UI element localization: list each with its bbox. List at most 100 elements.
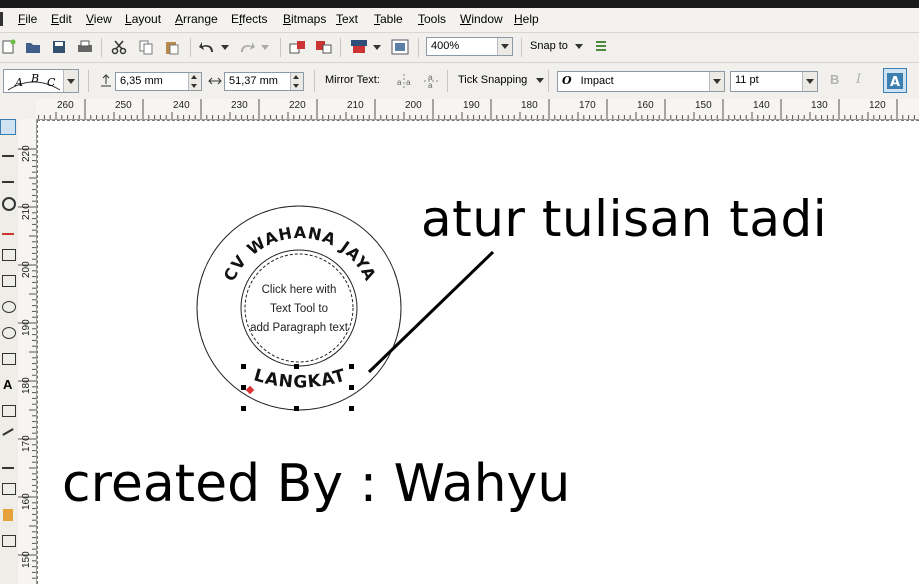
selection-handle-top-right[interactable] (349, 364, 354, 369)
welcome-screen-icon[interactable] (391, 38, 409, 56)
outline-tool-icon[interactable] (2, 535, 16, 547)
chevron-down-icon[interactable] (497, 38, 512, 55)
credit-text[interactable]: created By : Wahyu (62, 454, 570, 514)
menu-file[interactable]: File (18, 12, 37, 26)
fill-tool-icon[interactable] (3, 509, 13, 521)
menu-effects[interactable]: Effects (231, 12, 267, 26)
ruler-origin[interactable] (0, 99, 36, 120)
chevron-down-icon[interactable] (802, 72, 817, 91)
menu-bar: File Edit View Layout Arrange Effects Bi… (0, 8, 919, 33)
horizontal-offset-field[interactable]: 51,37 mm (224, 72, 304, 91)
basic-shapes-icon[interactable] (2, 353, 16, 365)
menu-view[interactable]: View (86, 12, 112, 26)
selection-handle-bottom[interactable] (294, 406, 299, 411)
chevron-down-icon[interactable] (709, 72, 724, 91)
font-size-value: 11 pt (735, 74, 759, 86)
open-folder-icon[interactable] (24, 38, 42, 56)
h-ruler-label: 160 (637, 100, 654, 111)
h-ruler-label: 120 (869, 100, 886, 111)
selection-handle-top[interactable] (294, 364, 299, 369)
h-ruler-label: 210 (347, 100, 364, 111)
save-icon[interactable] (50, 38, 68, 56)
zoom-tool-icon[interactable] (2, 197, 16, 211)
selection-handle-bottom-left[interactable] (241, 406, 246, 411)
options-icon[interactable] (592, 38, 610, 56)
copy-icon[interactable] (137, 38, 155, 56)
tick-snapping-label: Tick Snapping (458, 74, 528, 86)
smart-fill-icon[interactable] (2, 249, 16, 261)
svg-text:C: C (47, 76, 56, 89)
export-icon[interactable] (315, 38, 333, 56)
font-list-select[interactable]: O Impact (557, 71, 725, 92)
table-tool-icon[interactable] (2, 405, 16, 417)
paragraph-text-placeholder[interactable]: Click here with Text Tool to add Paragra… (244, 281, 354, 338)
distance-from-path-value: 6,35 mm (120, 75, 163, 87)
toolbar-separator (521, 38, 522, 57)
tick-snapping-button[interactable]: Tick Snapping (458, 74, 545, 86)
ellipse-tool-icon[interactable] (2, 301, 16, 313)
cut-icon[interactable] (110, 38, 128, 56)
menu-help[interactable]: Help (514, 12, 539, 26)
redo-dropdown-icon[interactable] (260, 38, 270, 56)
import-icon[interactable] (289, 38, 307, 56)
toolbar-separator (314, 70, 315, 92)
page-border-left (37, 120, 40, 584)
rectangle-tool-icon[interactable] (2, 275, 16, 287)
h-ruler-label: 240 (173, 100, 190, 111)
mirror-vertical-icon[interactable]: aa (422, 72, 440, 90)
toolbar-separator (340, 38, 341, 57)
menu-window[interactable]: Window (460, 12, 503, 26)
zoom-level-select[interactable]: 400% (426, 37, 513, 56)
shape-tool-icon[interactable] (2, 145, 14, 157)
menu-bitmaps[interactable]: Bitmaps (283, 12, 326, 26)
italic-button[interactable]: I (856, 72, 861, 87)
text-on-path-preset-select[interactable]: A B C (3, 69, 79, 93)
menu-layout[interactable]: Layout (125, 12, 161, 26)
distance-spinner-icon[interactable] (188, 73, 201, 90)
menu-tools[interactable]: Tools (418, 12, 446, 26)
text-tool-icon[interactable]: A (3, 377, 12, 392)
svg-text:A: A (890, 75, 900, 90)
freehand-tool-icon[interactable] (2, 223, 14, 235)
mirror-horizontal-icon[interactable]: aa (395, 72, 413, 90)
menu-text[interactable]: Text (336, 12, 358, 26)
seal-bottom-text[interactable]: LANGKAT (252, 365, 349, 392)
selection-handle-bottom-right[interactable] (349, 406, 354, 411)
text-properties-button[interactable]: A (883, 68, 907, 93)
blend-tool-icon[interactable] (2, 483, 16, 495)
font-size-select[interactable]: 11 pt (730, 71, 818, 92)
redo-icon[interactable] (238, 38, 256, 56)
menu-edit[interactable]: Edit (51, 12, 72, 26)
vertical-ruler[interactable]: 220 210 200 190 180 170 160 150 (18, 119, 37, 584)
offset-spinner-icon[interactable] (290, 73, 303, 90)
title-bar (0, 0, 919, 8)
new-document-icon[interactable] (0, 38, 18, 56)
menu-table[interactable]: Table (374, 12, 403, 26)
chevron-down-icon[interactable] (63, 70, 78, 92)
undo-dropdown-icon[interactable] (220, 38, 230, 56)
horizontal-offset-icon (206, 72, 224, 90)
h-ruler-label: 190 (463, 100, 480, 111)
svg-text:a: a (406, 78, 411, 87)
selection-handle-right[interactable] (349, 385, 354, 390)
dimension-tool-icon[interactable] (2, 428, 14, 436)
launcher-dropdown-icon[interactable] (372, 38, 382, 56)
annotation-text[interactable]: atur tulisan tadi (421, 190, 827, 248)
zoom-level-value: 400% (431, 40, 460, 52)
horizontal-ruler[interactable]: 260 250 240 230 220 210 200 190 180 170 … (36, 99, 919, 120)
application-launcher-icon[interactable] (350, 38, 368, 56)
paste-icon[interactable] (163, 38, 181, 56)
undo-icon[interactable] (198, 38, 216, 56)
annotation-pointer-line (367, 250, 495, 374)
connector-tool-icon[interactable] (2, 457, 14, 469)
snap-to-button[interactable]: Snap to (530, 40, 583, 52)
bold-button[interactable]: B (830, 72, 839, 87)
menu-arrange[interactable]: Arrange (175, 12, 218, 26)
print-icon[interactable] (76, 38, 94, 56)
distance-from-path-field[interactable]: 6,35 mm (115, 72, 202, 91)
polygon-tool-icon[interactable] (2, 327, 16, 339)
selection-handle-top-left[interactable] (241, 364, 246, 369)
crop-tool-icon[interactable] (2, 171, 14, 183)
v-ruler-label: 200 (21, 261, 32, 278)
pick-tool-icon[interactable] (0, 119, 16, 135)
